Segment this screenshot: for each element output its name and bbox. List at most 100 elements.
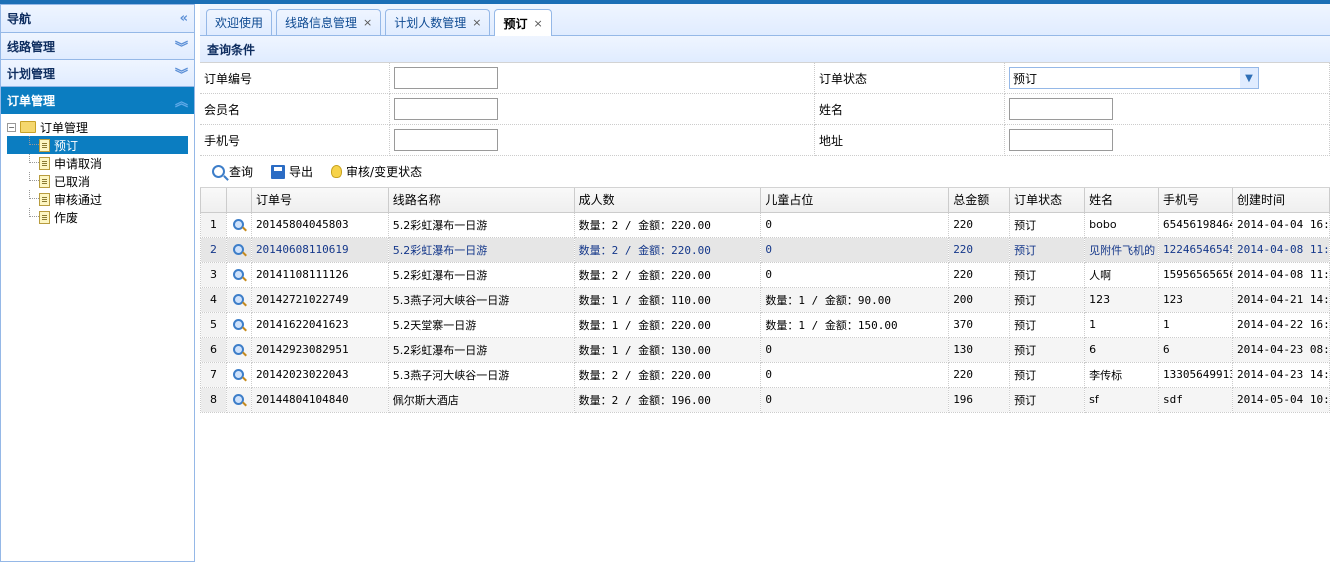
cell-route: 5.2彩虹瀑布一日游: [387, 211, 575, 238]
name-input[interactable]: [1009, 98, 1113, 120]
lightbulb-icon: [331, 165, 343, 178]
column-header[interactable]: 创建时间: [1232, 188, 1330, 213]
column-header[interactable]: 订单状态: [1009, 188, 1086, 213]
cell-child: 数量：1 / 金额：150.00: [760, 311, 950, 338]
order-status-select[interactable]: 预订 ▼: [1009, 67, 1259, 89]
collapse-left-icon[interactable]: «: [180, 11, 188, 26]
chevron-down-icon[interactable]: ︾: [175, 64, 188, 83]
sidebar: 导航 « 线路管理 ︾ 计划管理 ︾ 订单管理 ︽ − 订单管理 预订 申请取消: [0, 4, 195, 562]
close-icon[interactable]: ×: [534, 17, 543, 30]
table-row[interactable]: 5 20141622041623 5.2天堂寨一日游 数量：1 / 金额：220.00…: [200, 311, 1330, 338]
cell-adult: 数量：2 / 金额：220.00: [573, 261, 762, 288]
table-row[interactable]: 1 20145804045803 5.2彩虹瀑布一日游 数量：2 / 金额：220.0…: [200, 211, 1330, 238]
cell-order: 20141108111126: [250, 261, 389, 288]
cell-total: 220: [948, 261, 1011, 288]
tree-item-booking[interactable]: 预订: [7, 136, 188, 154]
view-detail-icon[interactable]: [233, 369, 245, 380]
cell-time: 2014-04-08 11:0: [1232, 236, 1330, 263]
tab-plan-count[interactable]: 计划人数管理 ×: [385, 9, 491, 35]
cell-adult: 数量：1 / 金额：110.00: [573, 286, 762, 313]
cell-time: 2014-04-23 08:2: [1232, 336, 1330, 363]
orders-table: 订单号 线路名称 成人数 儿童占位 总金额 订单状态 姓名 手机号 创建时间 1…: [200, 188, 1330, 413]
tree-item-cancelled[interactable]: 已取消: [7, 172, 188, 190]
column-header[interactable]: 线路名称: [387, 188, 575, 213]
cell-child: 0: [760, 361, 950, 388]
view-detail-icon[interactable]: [233, 319, 245, 330]
cell-adult: 数量：2 / 金额：196.00: [573, 386, 762, 413]
row-number: 1: [200, 211, 227, 238]
column-header[interactable]: 儿童占位: [760, 188, 950, 213]
cell-route: 佩尔斯大酒店: [387, 386, 575, 413]
column-header[interactable]: 姓名: [1084, 188, 1160, 213]
collapse-toggle-icon[interactable]: −: [7, 122, 16, 132]
accordion-route-management[interactable]: 线路管理 ︾: [1, 33, 194, 60]
row-number: 8: [200, 386, 227, 413]
column-header[interactable]: 成人数: [573, 188, 762, 213]
view-detail-icon[interactable]: [233, 244, 245, 255]
phone-input[interactable]: [394, 129, 498, 151]
column-header[interactable]: 手机号: [1158, 188, 1233, 213]
cell-adult: 数量：2 / 金额：220.00: [573, 236, 762, 263]
chevron-down-icon[interactable]: ▼: [1240, 68, 1258, 88]
tab-welcome[interactable]: 欢迎使用: [206, 9, 273, 35]
cell-status: 预订: [1009, 261, 1086, 288]
cell-status: 预订: [1009, 311, 1086, 338]
order-no-input[interactable]: [394, 67, 498, 89]
tab-bar: 欢迎使用 线路信息管理 × 计划人数管理 × 预订 ×: [200, 4, 1330, 36]
folder-open-icon: [20, 121, 36, 133]
view-detail-icon[interactable]: [233, 219, 245, 230]
cell-name: 见附件飞机的: [1084, 236, 1160, 263]
cell-adult: 数量：2 / 金额：220.00: [573, 211, 762, 238]
cell-name: sf: [1084, 386, 1160, 413]
table-row[interactable]: 3 20141108111126 5.2彩虹瀑布一日游 数量：2 / 金额：220.0…: [200, 261, 1330, 288]
tab-route-info[interactable]: 线路信息管理 ×: [276, 9, 382, 35]
table-row[interactable]: 6 20142923082951 5.2彩虹瀑布一日游 数量：1 / 金额：130.0…: [200, 336, 1330, 363]
chevron-up-icon[interactable]: ︽: [175, 91, 188, 110]
tree-item-approved[interactable]: 审核通过: [7, 190, 188, 208]
accordion-plan-management[interactable]: 计划管理 ︾: [1, 60, 194, 87]
tree-item-void[interactable]: 作废: [7, 208, 188, 226]
cell-route: 5.3燕子河大峡谷一日游: [387, 286, 575, 313]
search-icon: [212, 165, 225, 178]
export-button-label: 导出: [289, 165, 314, 179]
tree-item-label: 审核通过: [54, 192, 103, 207]
column-header[interactable]: 订单号: [250, 188, 389, 213]
chevron-down-icon[interactable]: ︾: [175, 37, 188, 56]
view-detail-icon[interactable]: [233, 294, 245, 305]
close-icon[interactable]: ×: [363, 16, 372, 29]
cell-child: 0: [760, 236, 950, 263]
cell-child: 0: [760, 336, 950, 363]
cell-total: 200: [948, 286, 1011, 313]
table-row[interactable]: 4 20142721022749 5.3燕子河大峡谷一日游 数量：1 / 金额：110…: [200, 286, 1330, 313]
order-status-value: 预订: [1013, 71, 1038, 86]
order-no-label: 订单编号: [200, 63, 390, 94]
table-row[interactable]: 2 20140608110619 5.2彩虹瀑布一日游 数量：2 / 金额：220.0…: [200, 236, 1330, 263]
tree-item-cancel-request[interactable]: 申请取消: [7, 154, 188, 172]
table-row[interactable]: 8 20144804104840 佩尔斯大酒店 数量：2 / 金额：196.00 0 19…: [200, 386, 1330, 413]
tab-booking[interactable]: 预订 ×: [494, 9, 552, 36]
accordion-label: 计划管理: [7, 66, 56, 81]
cell-name: bobo: [1084, 211, 1160, 238]
export-button[interactable]: 导出: [271, 163, 313, 180]
row-number: 2: [200, 236, 227, 263]
cell-name: 6: [1084, 336, 1160, 363]
search-button[interactable]: 查询: [212, 163, 253, 180]
cell-order: 20144804104840: [250, 386, 389, 413]
accordion-order-management[interactable]: 订单管理 ︽: [1, 87, 194, 114]
tree-root-order-management[interactable]: − 订单管理: [7, 118, 188, 136]
tab-label: 计划人数管理: [394, 16, 467, 30]
cell-phone: 13305649913: [1158, 361, 1233, 388]
cell-phone: 1: [1158, 311, 1233, 338]
column-header[interactable]: 总金额: [948, 188, 1011, 213]
view-detail-icon[interactable]: [233, 269, 245, 280]
address-input[interactable]: [1009, 129, 1113, 151]
table-row[interactable]: 7 20142023022043 5.3燕子河大峡谷一日游 数量：2 / 金额：220…: [200, 361, 1330, 388]
row-number: 3: [200, 261, 227, 288]
view-detail-icon[interactable]: [233, 394, 245, 405]
order-status-label: 订单状态: [815, 63, 1005, 94]
audit-button[interactable]: 审核/变更状态: [331, 163, 422, 180]
member-input[interactable]: [394, 98, 498, 120]
toolbar: 查询 导出 审核/变更状态: [200, 156, 1330, 188]
close-icon[interactable]: ×: [472, 16, 481, 29]
view-detail-icon[interactable]: [233, 344, 245, 355]
